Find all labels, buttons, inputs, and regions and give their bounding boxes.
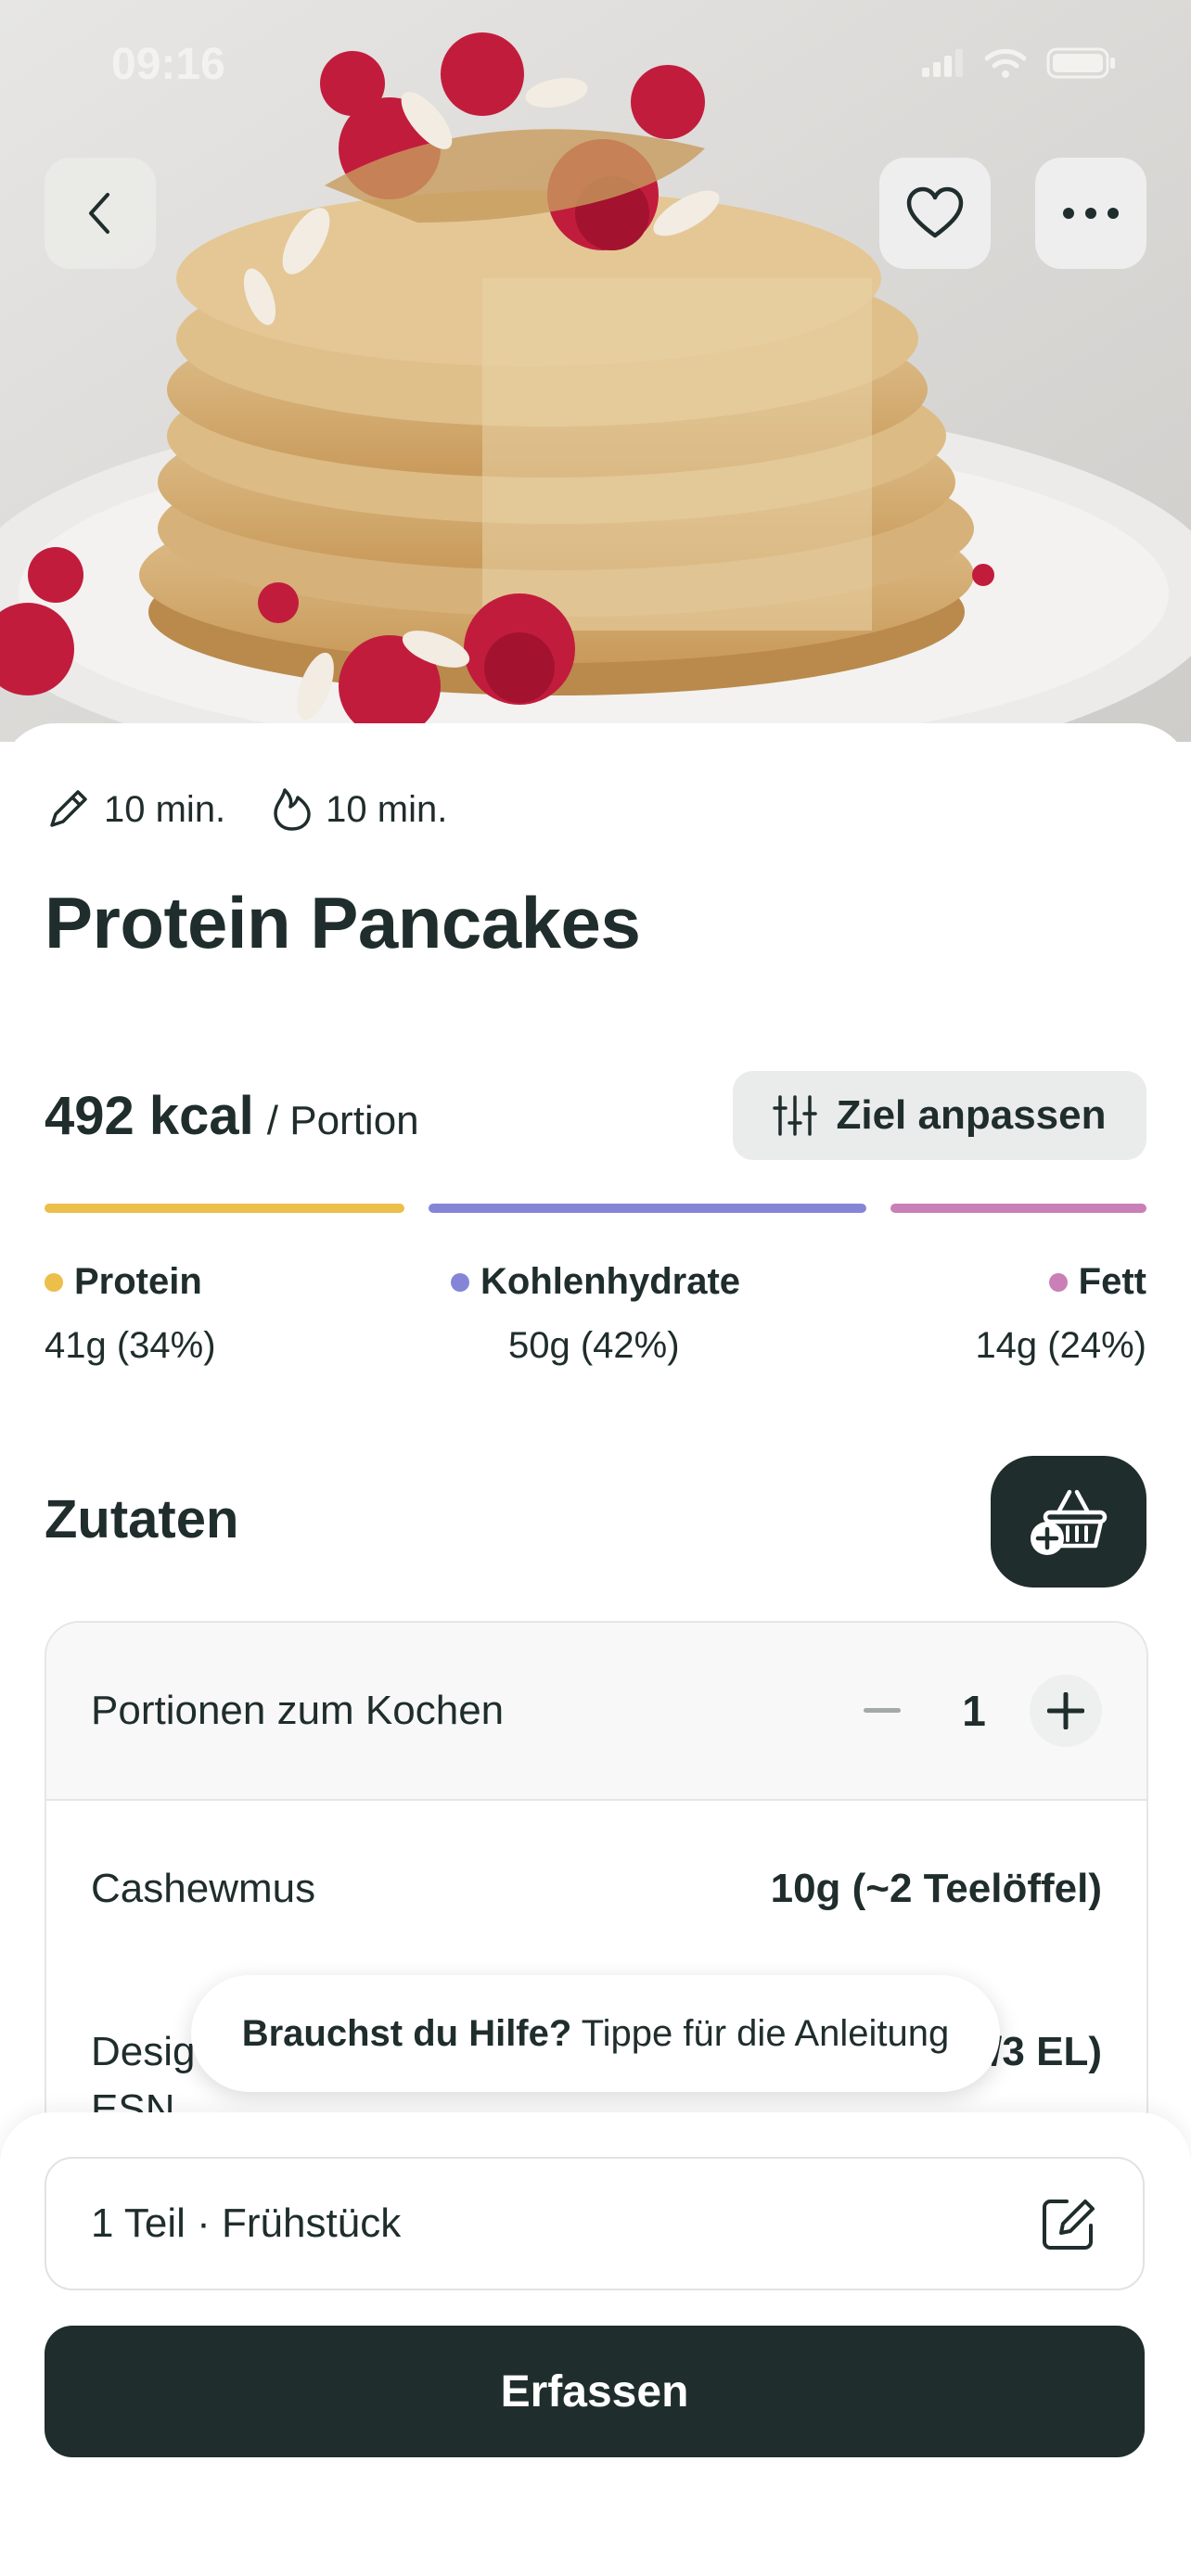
servings-label: Portionen zum Kochen bbox=[91, 1688, 505, 1733]
signal-icon bbox=[922, 49, 963, 77]
cook-time: 10 min. bbox=[272, 786, 447, 833]
flame-icon bbox=[274, 788, 311, 831]
macro-carbs: Kohlenhydrate 50g (42%) bbox=[451, 1261, 740, 1367]
add-to-shopping-list-button[interactable] bbox=[991, 1456, 1146, 1588]
basket-add-icon bbox=[1031, 1489, 1108, 1555]
edit-icon[interactable] bbox=[1039, 2194, 1098, 2253]
ingredient-row: Cashewmus 10g (~2 Teelöffel) bbox=[46, 1801, 1146, 1977]
macro-protein: Protein 41g (34%) bbox=[45, 1261, 216, 1367]
favorite-button[interactable] bbox=[879, 158, 991, 269]
wifi-icon bbox=[985, 48, 1026, 78]
minus-icon bbox=[864, 1708, 901, 1713]
heart-icon bbox=[906, 186, 964, 238]
servings-count: 1 bbox=[962, 1687, 986, 1735]
status-bar: 09:16 bbox=[0, 0, 1191, 130]
fat-dot bbox=[1048, 1272, 1068, 1292]
kcal-value: 492 kcal bbox=[45, 1086, 254, 1146]
macro-fat: Fett 14g (24%) bbox=[975, 1261, 1146, 1367]
servings-row: Portionen zum Kochen 1 bbox=[46, 1623, 1146, 1801]
carbs-dot bbox=[451, 1272, 469, 1292]
sliders-icon bbox=[773, 1095, 818, 1136]
carbs-bar bbox=[429, 1204, 866, 1213]
portion-meal-field[interactable]: 1 Teil · Frühstück bbox=[45, 2157, 1145, 2290]
chevron-left-icon bbox=[89, 193, 109, 234]
adjust-goal-button[interactable]: Ziel anpassen bbox=[733, 1071, 1146, 1160]
fat-label: Fett bbox=[1078, 1261, 1146, 1302]
back-button[interactable] bbox=[45, 158, 156, 269]
help-toast-title: Brauchst du Hilfe? bbox=[241, 2012, 572, 2054]
protein-dot bbox=[45, 1272, 63, 1292]
increase-servings-button[interactable] bbox=[1030, 1675, 1102, 1747]
log-button[interactable]: Erfassen bbox=[45, 2326, 1145, 2457]
recipe-meta: 10 min. 10 min. bbox=[45, 786, 493, 833]
ingredient-name: Cashewmus bbox=[91, 1866, 316, 1911]
adjust-goal-label: Ziel anpassen bbox=[836, 1092, 1107, 1138]
protein-bar bbox=[45, 1204, 404, 1213]
battery-icon bbox=[1046, 47, 1115, 79]
status-time: 09:16 bbox=[111, 40, 225, 89]
carbs-label: Kohlenhydrate bbox=[480, 1261, 741, 1302]
more-button[interactable] bbox=[1035, 158, 1146, 269]
fat-value: 14g (24%) bbox=[975, 1325, 1146, 1366]
portion-meal-text: 1 Teil · Frühstück bbox=[91, 2200, 402, 2246]
pen-icon bbox=[50, 790, 87, 827]
ingredients-heading: Zutaten bbox=[45, 1489, 239, 1549]
fat-bar bbox=[890, 1204, 1146, 1213]
plus-icon bbox=[1047, 1692, 1084, 1729]
kcal-unit: / Portion bbox=[266, 1098, 419, 1143]
decrease-servings-button[interactable] bbox=[846, 1675, 918, 1747]
help-toast[interactable]: Brauchst du Hilfe? Tippe für die Anleitu… bbox=[191, 1975, 1000, 2092]
status-icons bbox=[922, 46, 1117, 80]
prep-time-label: 10 min. bbox=[104, 788, 226, 830]
protein-value: 41g (34%) bbox=[45, 1325, 216, 1366]
servings-stepper: 1 bbox=[846, 1675, 1102, 1747]
calories: 492 kcal / Portion bbox=[45, 1085, 419, 1147]
cook-time-label: 10 min. bbox=[326, 788, 448, 830]
help-toast-text: Tippe für die Anleitung bbox=[571, 2012, 950, 2054]
prep-time: 10 min. bbox=[45, 786, 225, 833]
recipe-hero-image: 09:16 bbox=[0, 0, 1191, 742]
protein-label: Protein bbox=[74, 1261, 202, 1302]
carbs-value: 50g (42%) bbox=[508, 1325, 680, 1366]
recipe-title: Protein Pancakes bbox=[45, 882, 641, 963]
ingredient-amount: 10g (~2 Teelöffel) bbox=[770, 1866, 1102, 1911]
more-dots-icon bbox=[1063, 208, 1119, 219]
